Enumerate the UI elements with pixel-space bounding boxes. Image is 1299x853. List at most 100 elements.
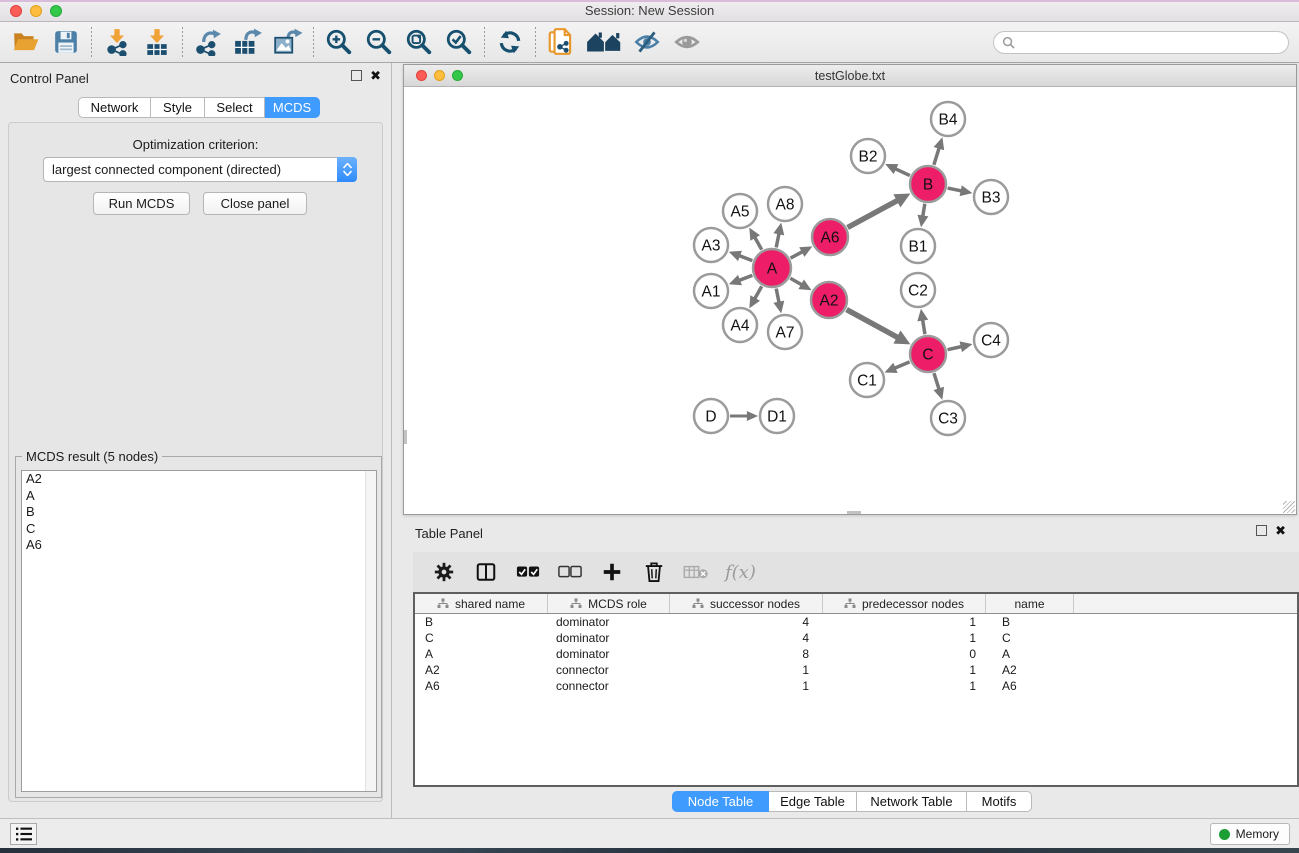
- select-all-rows-button[interactable]: [515, 559, 541, 585]
- show-column-button[interactable]: [473, 559, 499, 585]
- horizontal-scroll-nub[interactable]: [847, 511, 861, 514]
- graph-node-label: A4: [731, 318, 750, 335]
- zoom-selected-button[interactable]: [439, 24, 479, 60]
- table-settings-button[interactable]: [431, 559, 457, 585]
- graph-edge-A-A1[interactable]: [739, 275, 752, 280]
- criterion-dropdown-value: largest connected component (directed): [44, 162, 337, 177]
- zoom-selected-icon: [445, 28, 473, 56]
- tab-motifs[interactable]: Motifs: [967, 791, 1032, 812]
- column-header-name[interactable]: name: [986, 594, 1074, 613]
- column-header-predecessor-nodes[interactable]: predecessor nodes: [823, 594, 986, 613]
- graph-edge-B-B1[interactable]: [923, 204, 925, 217]
- import-table-button[interactable]: [137, 24, 177, 60]
- search-input[interactable]: [1020, 36, 1288, 50]
- float-panel-icon[interactable]: [351, 70, 362, 81]
- graph-edge-A-A4[interactable]: [755, 286, 762, 299]
- graph-edge-A-A3[interactable]: [739, 256, 752, 261]
- tab-network-table[interactable]: Network Table: [857, 791, 967, 812]
- mcds-result-item[interactable]: A6: [22, 537, 376, 554]
- cell-mcds-role: dominator: [548, 614, 670, 630]
- vertical-scroll-nub[interactable]: [404, 430, 407, 444]
- table-row[interactable]: A6connector11A6: [415, 678, 1297, 694]
- graph-edge-C-C1[interactable]: [895, 362, 910, 368]
- task-history-button[interactable]: [10, 823, 37, 845]
- level-of-detail-button[interactable]: [667, 24, 707, 60]
- delete-column-button[interactable]: [641, 559, 667, 585]
- graph-edge-C-C2[interactable]: [923, 320, 925, 335]
- graph-node-label: B3: [982, 190, 1001, 207]
- cell-mcds-role: dominator: [548, 646, 670, 662]
- export-image-button[interactable]: [268, 24, 308, 60]
- result-list-scrollbar[interactable]: [365, 471, 376, 791]
- graph-edge-A6-B[interactable]: [848, 200, 898, 227]
- close-table-panel-icon[interactable]: ✖: [1275, 525, 1286, 536]
- float-table-panel-icon[interactable]: [1256, 525, 1267, 536]
- table-row[interactable]: Adominator80A: [415, 646, 1297, 662]
- export-table-button[interactable]: [228, 24, 268, 60]
- close-panel-icon[interactable]: ✖: [370, 70, 381, 81]
- mcds-result-item[interactable]: B: [22, 504, 376, 521]
- column-header-successor-nodes[interactable]: successor nodes: [670, 594, 823, 613]
- graph-edge-B-B2[interactable]: [895, 169, 910, 176]
- open-session-button[interactable]: [6, 24, 46, 60]
- table-row[interactable]: Cdominator41C: [415, 630, 1297, 646]
- edge-arrowhead: [729, 251, 742, 261]
- zoom-fit-button[interactable]: [399, 24, 439, 60]
- toolbar-separator: [182, 27, 183, 57]
- graph-edge-B-B3[interactable]: [948, 188, 962, 191]
- zoom-in-button[interactable]: [319, 24, 359, 60]
- import-table-icon: [143, 28, 171, 56]
- mcds-result-item[interactable]: A2: [22, 471, 376, 488]
- graph-edge-C-C3[interactable]: [934, 373, 939, 389]
- home-button[interactable]: [581, 24, 627, 60]
- open-network-file-button[interactable]: [541, 24, 581, 60]
- tab-mcds[interactable]: MCDS: [265, 97, 320, 118]
- graph-edge-B-B4[interactable]: [934, 148, 939, 165]
- network-view-window: testGlobe.txt B4B2BB3A8A5A6A3B1AA1C2A2A4…: [403, 64, 1297, 515]
- tab-network[interactable]: Network: [78, 97, 151, 118]
- criterion-dropdown[interactable]: largest connected component (directed): [43, 157, 357, 182]
- graph-node-label: B2: [859, 149, 878, 166]
- search-icon: [1002, 36, 1015, 49]
- deselect-all-rows-button[interactable]: [557, 559, 583, 585]
- graph-node-label: C: [922, 347, 933, 364]
- save-session-button[interactable]: [46, 24, 86, 60]
- column-header-shared-name[interactable]: shared name: [415, 594, 548, 613]
- graph-edge-A-A5[interactable]: [755, 237, 762, 250]
- table-row[interactable]: A2connector11A2: [415, 662, 1297, 678]
- close-panel-button[interactable]: Close panel: [203, 192, 307, 215]
- graph-edge-A-A7[interactable]: [776, 289, 779, 303]
- tab-select[interactable]: Select: [205, 97, 265, 118]
- delete-table-icon: [683, 563, 709, 581]
- resize-grip-icon[interactable]: [1283, 501, 1295, 513]
- graph-node-label: C3: [938, 411, 958, 428]
- tab-node-table[interactable]: Node Table: [672, 791, 769, 812]
- mcds-result-list[interactable]: A2ABCA6: [21, 470, 377, 792]
- column-header-mcds-role[interactable]: MCDS role: [548, 594, 670, 613]
- network-canvas[interactable]: B4B2BB3A8A5A6A3B1AA1C2A2A4A7C4CC1C3DD1: [404, 87, 1296, 514]
- import-network-button[interactable]: [97, 24, 137, 60]
- create-column-button[interactable]: [599, 559, 625, 585]
- tab-style[interactable]: Style: [151, 97, 205, 118]
- tab-edge-table[interactable]: Edge Table: [769, 791, 857, 812]
- mcds-result-item[interactable]: A: [22, 488, 376, 505]
- graph-edge-A-A2[interactable]: [790, 278, 802, 285]
- export-network-button[interactable]: [188, 24, 228, 60]
- toggle-graphics-details-button[interactable]: [627, 24, 667, 60]
- graph-edge-A-A8[interactable]: [776, 233, 779, 247]
- cell-name: A2: [986, 662, 1074, 678]
- mcds-result-item[interactable]: C: [22, 521, 376, 538]
- toolbar-separator: [313, 27, 314, 57]
- cell-shared-name: C: [415, 630, 548, 646]
- memory-button[interactable]: Memory: [1210, 823, 1290, 845]
- cell-mcds-role: connector: [548, 678, 670, 694]
- search-field[interactable]: [993, 31, 1289, 54]
- graph-edge-A-A6[interactable]: [791, 252, 803, 259]
- table-row[interactable]: Bdominator41B: [415, 614, 1297, 630]
- zoom-out-button[interactable]: [359, 24, 399, 60]
- run-mcds-button[interactable]: Run MCDS: [93, 192, 190, 215]
- refresh-button[interactable]: [490, 24, 530, 60]
- graph-edge-A2-C[interactable]: [847, 310, 898, 338]
- graph-edge-C-C4[interactable]: [948, 346, 962, 349]
- edge-arrowhead: [933, 387, 944, 400]
